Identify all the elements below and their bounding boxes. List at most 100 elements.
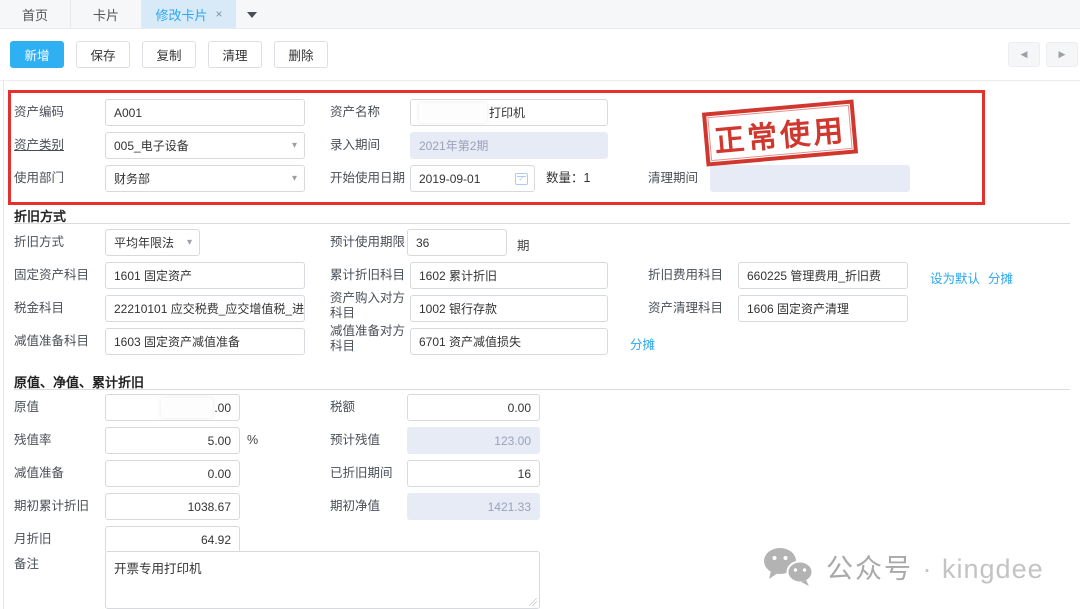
start-use-date-label: 开始使用日期: [330, 171, 405, 186]
copy-button[interactable]: 复制: [142, 41, 196, 68]
chevron-down-icon[interactable]: [247, 12, 257, 18]
asset-cleanup-account-label: 资产清理科目: [648, 301, 723, 316]
monthly-depr-label: 月折旧: [14, 532, 52, 547]
depr-method-select[interactable]: 平均年限法 ▾: [105, 229, 200, 256]
expected-residual-value: 123.00: [494, 434, 531, 448]
tab-modify-card[interactable]: 修改卡片 ×: [142, 0, 236, 28]
entry-period-value: 2021年第2期: [419, 137, 488, 154]
quantity-text: 数量：1: [546, 171, 590, 186]
allocate-link[interactable]: 分摊: [630, 334, 655, 353]
chevron-down-icon: ▾: [292, 173, 297, 185]
tax-account-label: 税金科目: [14, 301, 64, 316]
start-use-date-value: 2019-09-01: [419, 172, 480, 186]
calendar-icon[interactable]: [515, 173, 528, 185]
asset-category-value: 005_电子设备: [114, 137, 189, 154]
opening-net-value-label: 期初净值: [330, 499, 380, 514]
tax-account-value: 22210101 应交税费_应交增值税_进项: [114, 300, 305, 317]
accum-depr-account-value: 1602 累计折旧: [419, 267, 497, 284]
asset-code-label: 资产编码: [14, 105, 64, 120]
watermark-text: 公众号 · kingdee: [826, 547, 1044, 586]
purchase-counter-account-label: 资产购入对方科目: [330, 291, 410, 321]
close-icon[interactable]: ×: [216, 8, 223, 20]
tax-amount-label: 税额: [330, 400, 355, 415]
cleanup-period-field: [710, 165, 910, 192]
purchase-counter-account-field[interactable]: 1002 银行存款: [410, 295, 608, 322]
asset-cleanup-account-field[interactable]: 1606 固定资产清理: [738, 295, 908, 322]
opening-accum-depr-label: 期初累计折旧: [14, 499, 89, 514]
entry-period-field: 2021年第2期: [410, 132, 608, 159]
delete-button[interactable]: 删除: [274, 41, 328, 68]
section-divider: [14, 389, 1070, 390]
impairment-field[interactable]: 0.00: [105, 460, 240, 487]
fixed-asset-account-label: 固定资产科目: [14, 268, 89, 283]
asset-name-field[interactable]: 打印机: [410, 99, 608, 126]
impairment-account-value: 1603 固定资产减值准备: [114, 333, 240, 350]
wechat-icon: [762, 546, 814, 586]
redaction-blur: [161, 398, 213, 418]
impairment-account-field[interactable]: 1603 固定资产减值准备: [105, 328, 305, 355]
impairment-value: 0.00: [208, 467, 231, 481]
purchase-counter-account-value: 1002 银行存款: [419, 300, 497, 317]
fixed-asset-account-value: 1601 固定资产: [114, 267, 192, 284]
add-button-label: 新增: [24, 45, 49, 64]
residual-rate-field[interactable]: 5.00: [105, 427, 240, 454]
tab-home-label: 首页: [22, 5, 48, 24]
expected-periods-field[interactable]: 36: [407, 229, 507, 256]
fixed-asset-account-field[interactable]: 1601 固定资产: [105, 262, 305, 289]
depreciated-periods-field[interactable]: 16: [407, 460, 540, 487]
arrow-left-icon: ◀: [1021, 49, 1028, 60]
cleanup-button-label: 清理: [222, 45, 247, 64]
depr-expense-account-field[interactable]: 660225 管理费用_折旧费: [738, 262, 908, 289]
tax-account-field[interactable]: 22210101 应交税费_应交增值税_进项: [105, 295, 305, 322]
asset-code-value: A001: [114, 106, 142, 120]
expected-residual-field: 123.00: [407, 427, 540, 454]
save-button-label: 保存: [90, 45, 115, 64]
remarks-textarea[interactable]: 开票专用打印机: [105, 551, 540, 609]
remarks-value: 开票专用打印机: [114, 562, 202, 576]
stamp-text: 正常使用: [712, 105, 847, 160]
redaction-blur: [419, 103, 487, 123]
depr-expense-account-value: 660225 管理费用_折旧费: [747, 267, 881, 284]
cleanup-button[interactable]: 清理: [208, 41, 262, 68]
normal-use-stamp: 正常使用: [702, 99, 858, 166]
use-department-value: 财务部: [114, 170, 150, 187]
depr-method-value: 平均年限法: [114, 234, 174, 251]
next-record-button[interactable]: ▶: [1046, 42, 1078, 67]
asset-code-field[interactable]: A001: [105, 99, 305, 126]
save-button[interactable]: 保存: [76, 41, 130, 68]
allocate-link[interactable]: 分摊: [988, 268, 1013, 287]
impairment-label: 减值准备: [14, 466, 64, 481]
original-value-value: .00: [214, 401, 231, 415]
accum-depr-account-field[interactable]: 1602 累计折旧: [410, 262, 608, 289]
impairment-counter-account-field[interactable]: 6701 资产减值损失: [410, 328, 608, 355]
original-value-field[interactable]: .00: [105, 394, 240, 421]
depreciated-periods-value: 16: [518, 467, 531, 481]
use-department-select[interactable]: 财务部 ▾: [105, 165, 305, 192]
copy-button-label: 复制: [156, 45, 181, 64]
residual-rate-label: 残值率: [14, 433, 52, 448]
asset-name-value: 打印机: [489, 104, 525, 121]
expected-residual-label: 预计残值: [330, 433, 380, 448]
tax-amount-field[interactable]: 0.00: [407, 394, 540, 421]
monthly-depr-value: 64.92: [201, 533, 231, 547]
impairment-counter-account-label: 减值准备对方科目: [330, 324, 410, 354]
opening-accum-depr-field[interactable]: 1038.67: [105, 493, 240, 520]
depr-expense-account-label: 折旧费用科目: [648, 268, 723, 283]
residual-rate-unit: %: [247, 433, 258, 447]
add-button[interactable]: 新增: [10, 41, 64, 68]
tab-home[interactable]: 首页: [0, 0, 71, 28]
set-default-link[interactable]: 设为默认: [930, 268, 980, 287]
panel-left-border: [3, 80, 4, 609]
asset-category-select[interactable]: 005_电子设备 ▾: [105, 132, 305, 159]
chevron-down-icon: ▾: [187, 237, 192, 249]
monthly-depr-field[interactable]: 64.92: [105, 526, 240, 553]
depr-method-label: 折旧方式: [14, 235, 64, 250]
opening-net-value-value: 1421.33: [488, 500, 531, 514]
tab-card[interactable]: 卡片: [71, 0, 142, 28]
use-department-label: 使用部门: [14, 171, 64, 186]
watermark-channel: 公众号: [826, 554, 913, 584]
toolbar-divider: [0, 80, 1080, 81]
prev-record-button[interactable]: ◀: [1008, 42, 1040, 67]
impairment-counter-account-value: 6701 资产减值损失: [419, 333, 521, 350]
start-use-date-field[interactable]: 2019-09-01: [410, 165, 535, 192]
